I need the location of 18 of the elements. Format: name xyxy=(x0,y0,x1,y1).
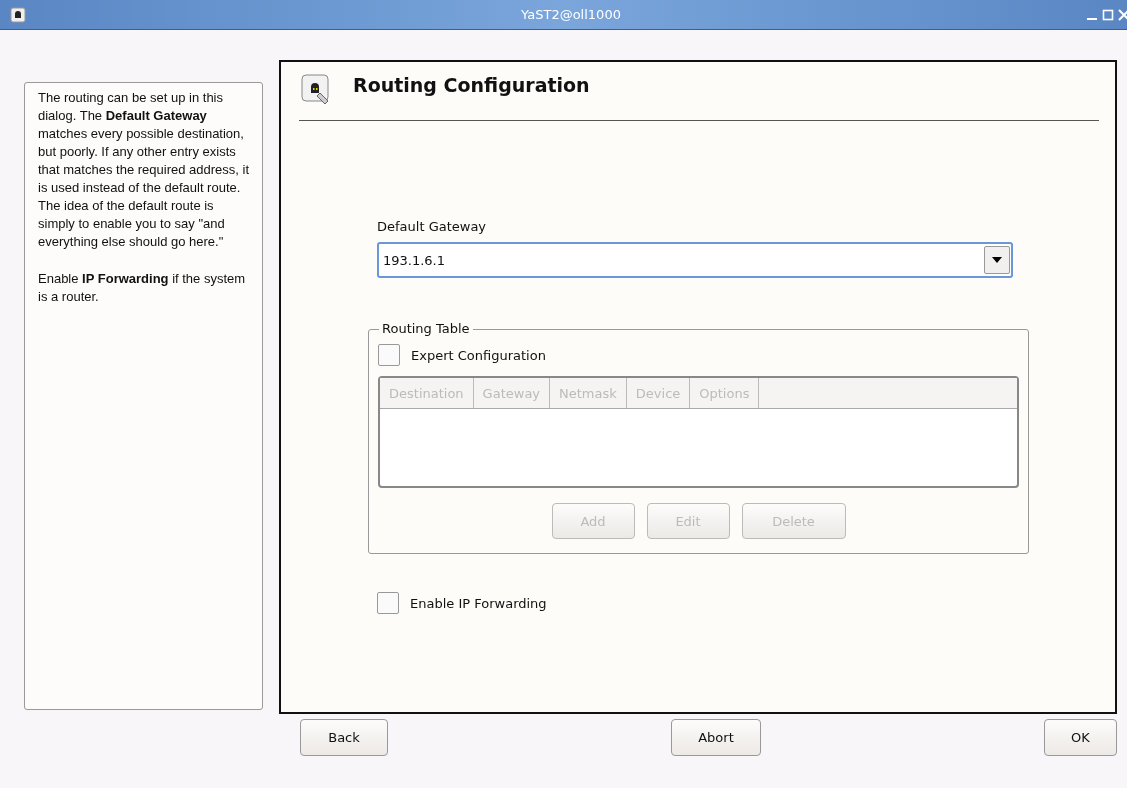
checkbox[interactable] xyxy=(378,344,400,366)
group-title: Routing Table xyxy=(379,321,473,336)
dialog-button[interactable]: Abort xyxy=(671,719,761,756)
checkbox-label: Expert Configuration xyxy=(411,347,546,363)
checkbox-label: Enable IP Forwarding xyxy=(410,595,547,611)
window-title: YaST2@oll1000 xyxy=(520,7,622,22)
close-icon[interactable] xyxy=(1118,7,1127,22)
dialog-button[interactable]: OK xyxy=(1044,719,1117,756)
checkbox[interactable] xyxy=(377,592,399,614)
maximize-icon[interactable] xyxy=(1102,7,1114,22)
app-icon xyxy=(10,6,26,23)
dropdown-arrow-icon xyxy=(992,257,1002,263)
dialog-title: Routing Configuration xyxy=(353,74,590,96)
dialog-button[interactable]: Back xyxy=(300,719,388,756)
help-text: Enable IP Forwarding if the system is a router. xyxy=(38,270,247,306)
gateway-combo-box[interactable]: 193.1.6.1 xyxy=(377,242,1013,278)
field-label: Default Gateway xyxy=(377,219,488,234)
help-text: The routing can be set up in this dialog. The Default Gateway matches every possible destination, but poorly. If any other entry exists that matches the required address, it is used instead of the default route. The idea of the default route is simply to enable you to say "and everything else should go here." xyxy=(38,89,249,251)
